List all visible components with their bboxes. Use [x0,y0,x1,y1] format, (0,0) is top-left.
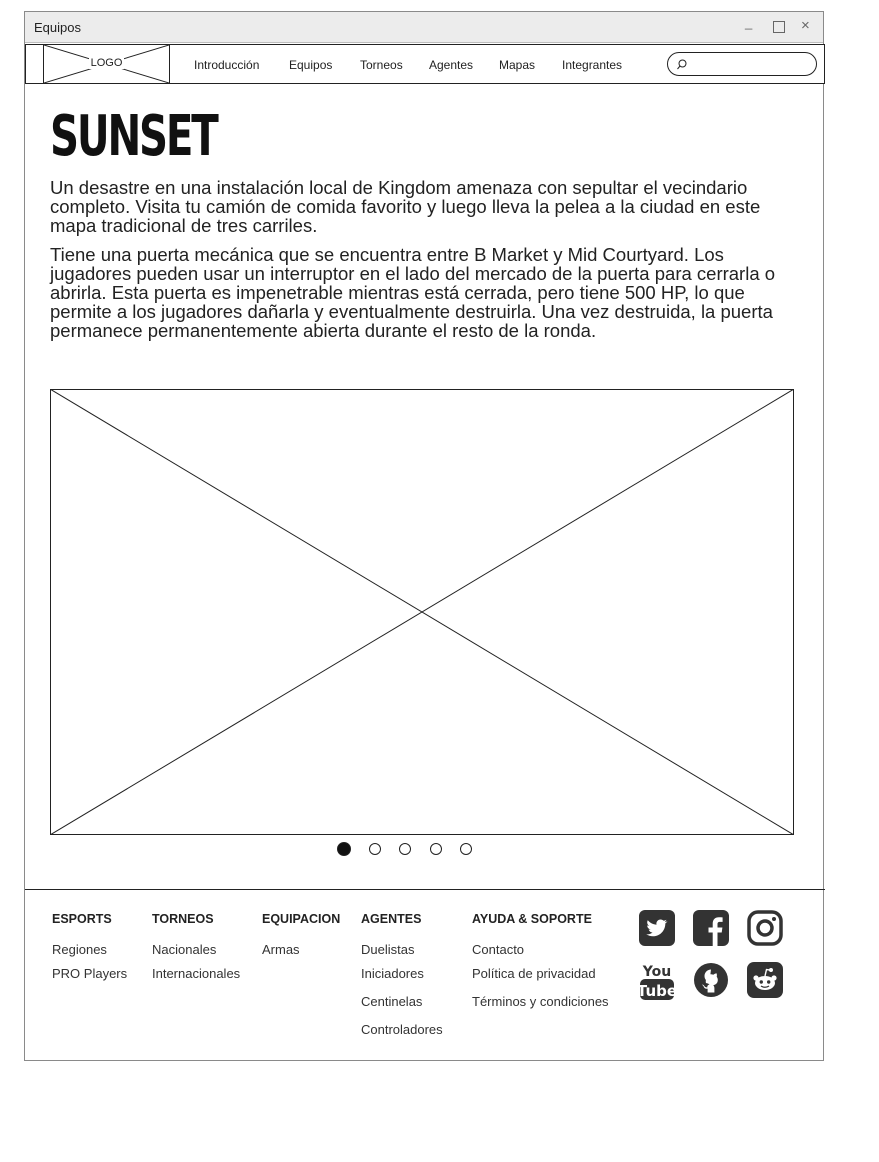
image-placeholder [50,389,794,835]
footer-link-nacionales[interactable]: Nacionales [152,942,216,957]
description-paragraph-1: Un desastre en una instalación local de … [50,177,761,236]
logo-text: LOGO [88,57,125,69]
instagram-icon[interactable] [747,910,783,946]
youtube-bottom-text: Tube [639,982,675,1000]
minimize-button[interactable]: _ [745,16,752,30]
footer-link-armas[interactable]: Armas [262,942,300,957]
footer-heading-esports: ESPORTS [52,912,112,926]
nav-item-torneos[interactable]: Torneos [360,58,403,72]
footer-heading-ayuda-soporte: AYUDA & SOPORTE [472,912,592,926]
github-icon[interactable] [693,962,729,998]
nav-item-introduccion[interactable]: Introducción [194,58,259,72]
twitter-icon[interactable] [639,910,675,946]
logo[interactable]: LOGO [43,45,170,83]
carousel-dot-4[interactable] [430,843,442,855]
reddit-icon[interactable] [747,962,783,998]
footer-link-contacto[interactable]: Contacto [472,942,524,957]
youtube-icon[interactable]: You Tube [639,961,675,1001]
footer-link-terminos-condiciones[interactable]: Términos y condiciones [472,994,609,1009]
footer-heading-equipacion: EQUIPACION [262,912,341,926]
carousel-dot-5[interactable] [460,843,472,855]
search-input[interactable] [694,56,810,74]
footer-link-regiones[interactable]: Regiones [52,942,107,957]
carousel-dot-2[interactable] [369,843,381,855]
facebook-icon[interactable] [693,910,729,946]
window-title: Equipos [34,20,81,35]
footer-link-duelistas[interactable]: Duelistas [361,942,414,957]
youtube-top-text: You [642,964,671,980]
footer-link-pro-players[interactable]: PRO Players [52,966,127,981]
nav-item-equipos[interactable]: Equipos [289,58,332,72]
footer-link-internacionales[interactable]: Internacionales [152,966,240,981]
footer-link-politica-privacidad[interactable]: Política de privacidad [472,966,596,981]
page-title: SUNSET [50,104,219,169]
close-button[interactable]: × [801,18,810,33]
footer-heading-torneos: TORNEOS [152,912,214,926]
footer-link-controladores[interactable]: Controladores [361,1022,443,1037]
footer-link-iniciadores[interactable]: Iniciadores [361,966,424,981]
search-icon [677,59,687,70]
maximize-button[interactable] [773,21,785,33]
footer-divider [25,889,825,890]
nav-item-mapas[interactable]: Mapas [499,58,535,72]
navbar: LOGO Introducción Equipos Torneos Agente… [25,44,825,84]
app-window: Equipos _ × LOGO Introducción Equipos To… [24,11,825,1061]
carousel-dot-1[interactable] [337,842,351,856]
nav-item-agentes[interactable]: Agentes [429,58,473,72]
search-box[interactable] [667,52,817,76]
title-bar: Equipos _ × [25,12,823,43]
carousel-dot-3[interactable] [399,843,411,855]
footer-link-centinelas[interactable]: Centinelas [361,994,422,1009]
description-paragraph-2: Tiene una puerta mecánica que se encuent… [50,244,776,341]
nav-item-integrantes[interactable]: Integrantes [562,58,622,72]
footer-heading-agentes: AGENTES [361,912,422,926]
